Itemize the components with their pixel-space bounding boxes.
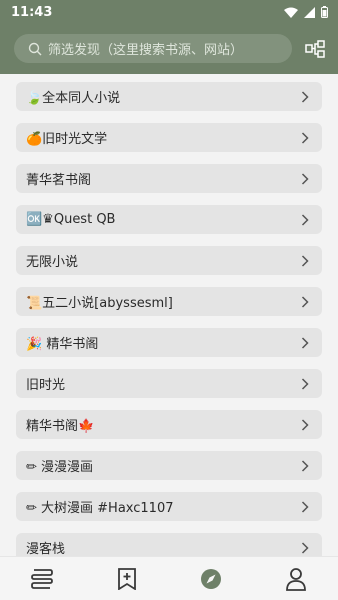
chevron-right-icon: [301, 541, 309, 554]
item-label: 🍃全本同人小说: [26, 91, 121, 106]
top-app-bar: 11:43 筛选发现（这里搜索书源、网站）: [0, 0, 338, 74]
nav-discover[interactable]: [191, 561, 231, 597]
chevron-right-icon: [301, 336, 309, 349]
list-item[interactable]: 🎉 精华书阁: [16, 328, 322, 357]
bookshelf-icon: [31, 568, 54, 589]
group-icon: [305, 40, 325, 58]
status-icons: [284, 6, 328, 18]
item-label: 🆗♛Quest QB: [26, 212, 116, 227]
chevron-right-icon: [301, 172, 309, 185]
chevron-right-icon: [301, 90, 309, 103]
nav-bookshelf[interactable]: [22, 561, 62, 597]
chevron-right-icon: [301, 213, 309, 226]
list-item[interactable]: 📜五二小说[abyssesml]: [16, 287, 322, 316]
wifi-icon: [284, 7, 298, 18]
list-item[interactable]: 🍃全本同人小说: [16, 82, 322, 111]
bottom-navigation: [0, 556, 338, 600]
chevron-right-icon: [301, 131, 309, 144]
item-label: 🍊旧时光文学: [26, 132, 108, 147]
item-label: ✏ 漫漫漫画: [26, 460, 94, 475]
list-item[interactable]: 🍊旧时光文学: [16, 123, 322, 152]
signal-icon: [304, 6, 315, 18]
item-label: 旧时光: [26, 378, 66, 393]
item-label: ✏ 大树漫画 #Haxc1107: [26, 501, 174, 516]
item-label: 🎉 精华书阁: [26, 337, 99, 352]
list-item[interactable]: ✏ 大树漫画 #Haxc1107: [16, 492, 322, 521]
list-item[interactable]: 无限小说: [16, 246, 322, 275]
item-label: 无限小说: [26, 255, 79, 270]
item-label: 精华书阁🍁: [26, 419, 95, 434]
search-input[interactable]: 筛选发现（这里搜索书源、网站）: [14, 34, 292, 63]
chevron-right-icon: [301, 254, 309, 267]
chevron-right-icon: [301, 295, 309, 308]
item-label: 📜五二小说[abyssesml]: [26, 296, 173, 311]
battery-icon: [321, 6, 328, 18]
search-icon: [28, 42, 42, 55]
item-label: 漫客栈: [26, 542, 66, 556]
list-item[interactable]: 漫客栈: [16, 533, 322, 556]
nav-profile[interactable]: [276, 561, 316, 597]
list-item[interactable]: 🆗♛Quest QB: [16, 205, 322, 234]
status-time: 11:43: [11, 4, 53, 20]
chevron-right-icon: [301, 500, 309, 513]
status-bar: 11:43: [0, 0, 338, 24]
bookmark-add-icon: [117, 567, 136, 590]
list-item[interactable]: 精华书阁🍁: [16, 410, 322, 439]
nav-bookmark-add[interactable]: [107, 561, 147, 597]
search-placeholder: 筛选发现（这里搜索书源、网站）: [48, 43, 244, 58]
compass-icon: [201, 568, 222, 589]
list-item[interactable]: ✏ 漫漫漫画: [16, 451, 322, 480]
list-item[interactable]: 菁华茗书阁: [16, 164, 322, 193]
chevron-right-icon: [301, 459, 309, 472]
group-button[interactable]: [303, 38, 327, 60]
profile-icon: [285, 567, 306, 591]
list-item[interactable]: 旧时光: [16, 369, 322, 398]
item-label: 菁华茗书阁: [26, 173, 92, 188]
chevron-right-icon: [301, 377, 309, 390]
chevron-right-icon: [301, 418, 309, 431]
source-list[interactable]: 🍃全本同人小说 🍊旧时光文学 菁华茗书阁 🆗♛Quest QB 无限小说 📜五二…: [0, 74, 338, 556]
